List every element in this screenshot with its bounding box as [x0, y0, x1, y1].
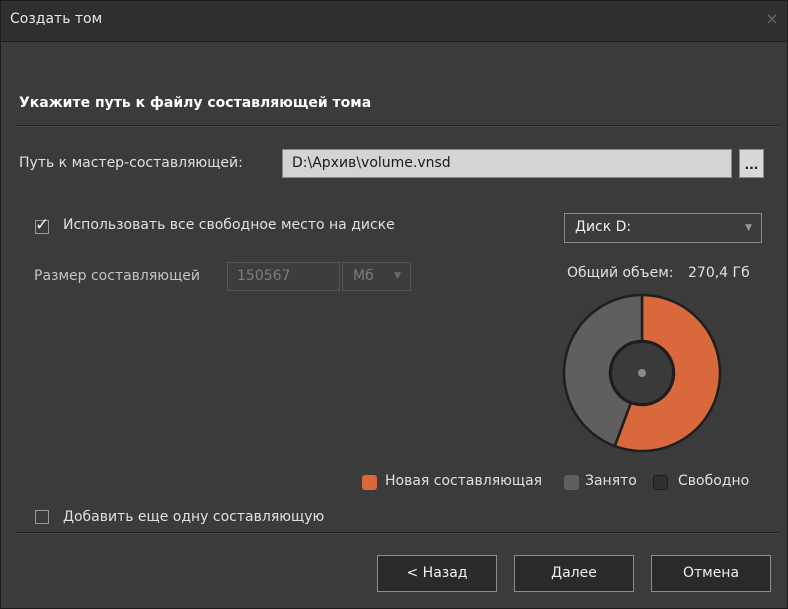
- master-path-label: Путь к мастер-составляющей:: [19, 155, 243, 171]
- chevron-down-icon: ▼: [745, 223, 752, 233]
- total-volume-value: 270,4 Гб: [688, 265, 750, 281]
- close-icon[interactable]: ×: [763, 9, 781, 29]
- size-unit-select[interactable]: Мб ▼: [342, 262, 411, 291]
- dialog-title: Создать том: [10, 11, 103, 27]
- browse-button[interactable]: ...: [739, 149, 764, 178]
- legend-label-new-component: Новая составляющая: [385, 473, 543, 489]
- divider-top: [16, 125, 779, 126]
- divider-bottom: [16, 532, 779, 533]
- use-all-space-checkbox[interactable]: ✓: [35, 215, 49, 235]
- legend-swatch-free: [653, 475, 668, 490]
- section-title: Укажите путь к файлу составляющей тома: [19, 95, 372, 111]
- use-all-space-label[interactable]: Использовать все свободное место на диск…: [63, 217, 395, 233]
- disk-select[interactable]: Диск D: ▼: [564, 213, 762, 243]
- component-size-label: Размер составляющей: [34, 268, 200, 284]
- legend-swatch-occupied: [564, 475, 579, 490]
- total-volume-label: Общий объем:: [567, 265, 674, 281]
- disk-usage-donut-chart: [562, 293, 722, 453]
- title-bar: Создать том ×: [1, 1, 787, 42]
- add-another-label[interactable]: Добавить еще одну составляющую: [63, 509, 324, 525]
- master-path-input[interactable]: D:\Архив\volume.vnsd: [282, 149, 732, 178]
- donut-center-dot: [638, 369, 646, 377]
- next-button[interactable]: Далее: [514, 555, 634, 592]
- legend-label-free: Свободно: [678, 473, 750, 489]
- chevron-down-icon: ▼: [394, 271, 401, 281]
- cancel-button[interactable]: Отмена: [651, 555, 771, 592]
- disk-select-value: Диск D:: [575, 219, 632, 235]
- back-button[interactable]: < Назад: [377, 555, 497, 592]
- create-volume-dialog: Создать том × Укажите путь к файлу соста…: [0, 0, 788, 609]
- legend-label-occupied: Занято: [585, 473, 637, 489]
- legend-swatch-new-component: [362, 475, 377, 490]
- add-another-checkbox[interactable]: [35, 510, 49, 524]
- component-size-input[interactable]: 150567: [227, 262, 340, 291]
- size-unit-value: Мб: [353, 268, 374, 284]
- checkmark-icon: ✓: [35, 215, 50, 235]
